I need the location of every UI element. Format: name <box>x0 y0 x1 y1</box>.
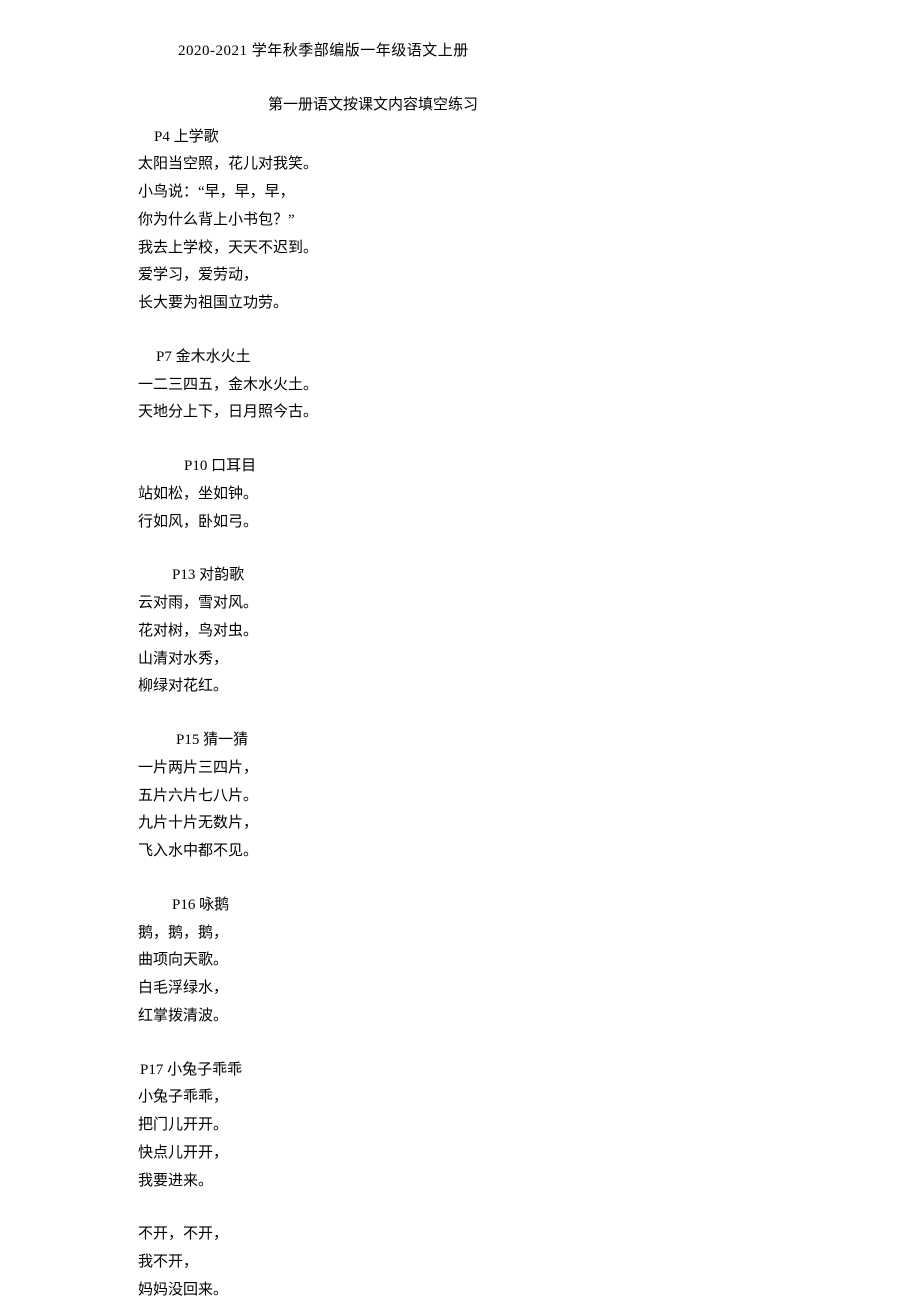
text-line: 云对雨，雪对风。 <box>138 590 680 618</box>
section: P16 咏鹅鹅，鹅，鹅，曲项向天歌。白毛浮绿水，红掌拨清波。 <box>138 892 680 1031</box>
sections-container: P4 上学歌太阳当空照，花儿对我笑。小鸟说：“早，早，早，你为什么背上小书包？”… <box>138 124 680 1305</box>
text-line: 飞入水中都不见。 <box>138 838 680 866</box>
text-line: 山清对水秀， <box>138 646 680 674</box>
text-line: 九片十片无数片， <box>138 810 680 838</box>
text-line: 我去上学校，天天不迟到。 <box>138 235 680 263</box>
text-line: 一二三四五，金木水火土。 <box>138 372 680 400</box>
text-line: 把门儿开开。 <box>138 1112 680 1140</box>
section: P10 口耳目站如松，坐如钟。行如风，卧如弓。 <box>138 453 680 536</box>
text-line: 柳绿对花红。 <box>138 673 680 701</box>
stanza: 鹅，鹅，鹅，曲项向天歌。白毛浮绿水，红掌拨清波。 <box>138 920 680 1031</box>
text-line: 长大要为祖国立功劳。 <box>138 290 680 318</box>
text-line: 站如松，坐如钟。 <box>138 481 680 509</box>
stanza: 一片两片三四片，五片六片七八片。九片十片无数片，飞入水中都不见。 <box>138 755 680 866</box>
section-heading: P16 咏鹅 <box>172 892 680 920</box>
text-line: 妈妈没回来。 <box>138 1277 680 1305</box>
stanza: 一二三四五，金木水火土。天地分上下，日月照今古。 <box>138 372 680 428</box>
text-line: 我要进来。 <box>138 1168 680 1196</box>
text-line: 小兔子乖乖， <box>138 1084 680 1112</box>
section-heading: P4 上学歌 <box>154 124 680 152</box>
section-heading: P15 猜一猜 <box>176 727 680 755</box>
section: P13 对韵歌云对雨，雪对风。花对树，鸟对虫。山清对水秀，柳绿对花红。 <box>138 562 680 701</box>
text-line: 鹅，鹅，鹅， <box>138 920 680 948</box>
document-header: 2020-2021 学年秋季部编版一年级语文上册 <box>178 38 680 66</box>
text-line: 五片六片七八片。 <box>138 783 680 811</box>
section: P4 上学歌太阳当空照，花儿对我笑。小鸟说：“早，早，早，你为什么背上小书包？”… <box>138 124 680 318</box>
section: P17 小兔子乖乖小兔子乖乖，把门儿开开。快点儿开开，我要进来。不开，不开，我不… <box>138 1057 680 1305</box>
text-line: 花对树，鸟对虫。 <box>138 618 680 646</box>
stanza: 不开，不开，我不开，妈妈没回来。 <box>138 1221 680 1304</box>
text-line: 红掌拨清波。 <box>138 1003 680 1031</box>
text-line: 太阳当空照，花儿对我笑。 <box>138 151 680 179</box>
text-line: 我不开， <box>138 1249 680 1277</box>
text-line: 曲项向天歌。 <box>138 947 680 975</box>
section-heading: P7 金木水火土 <box>156 344 680 372</box>
text-line: 天地分上下，日月照今古。 <box>138 399 680 427</box>
text-line: 白毛浮绿水， <box>138 975 680 1003</box>
text-line: 一片两片三四片， <box>138 755 680 783</box>
text-line: 行如风，卧如弓。 <box>138 509 680 537</box>
section-heading: P10 口耳目 <box>184 453 680 481</box>
stanza: 云对雨，雪对风。花对树，鸟对虫。山清对水秀，柳绿对花红。 <box>138 590 680 701</box>
text-line: 爱学习，爱劳动， <box>138 262 680 290</box>
stanza: 站如松，坐如钟。行如风，卧如弓。 <box>138 481 680 537</box>
text-line: 你为什么背上小书包？” <box>138 207 680 235</box>
section-heading: P13 对韵歌 <box>172 562 680 590</box>
stanza: 小兔子乖乖，把门儿开开。快点儿开开，我要进来。 <box>138 1084 680 1195</box>
stanza: 太阳当空照，花儿对我笑。小鸟说：“早，早，早，你为什么背上小书包？”我去上学校，… <box>138 151 680 318</box>
section: P15 猜一猜一片两片三四片，五片六片七八片。九片十片无数片，飞入水中都不见。 <box>138 727 680 866</box>
section: P7 金木水火土一二三四五，金木水火土。天地分上下，日月照今古。 <box>138 344 680 427</box>
text-line: 小鸟说：“早，早，早， <box>138 179 680 207</box>
text-line: 不开，不开， <box>138 1221 680 1249</box>
section-heading: P17 小兔子乖乖 <box>140 1057 680 1085</box>
text-line: 快点儿开开， <box>138 1140 680 1168</box>
document-title: 第一册语文按课文内容填空练习 <box>268 92 680 120</box>
document-page: 2020-2021 学年秋季部编版一年级语文上册 第一册语文按课文内容填空练习 … <box>0 0 680 1305</box>
